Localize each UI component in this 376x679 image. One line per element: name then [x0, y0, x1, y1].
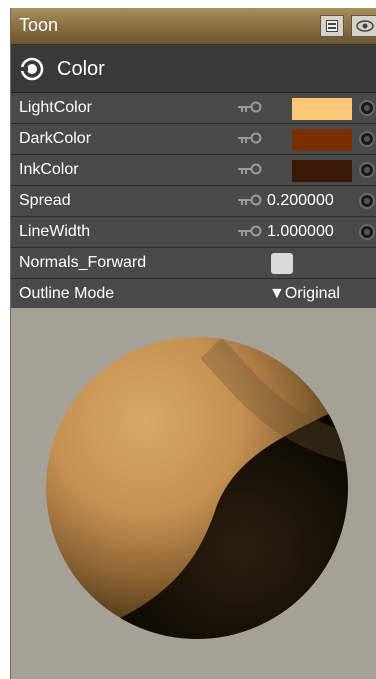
menu-icon: [326, 20, 338, 32]
shaded-sphere-preview: [46, 337, 348, 639]
property-label: DarkColor: [19, 130, 92, 147]
toon-panel: Toon Color LightColor DarkColor InkColor…: [10, 8, 376, 679]
outline-mode-dropdown[interactable]: ▼Original: [269, 285, 340, 303]
number-field[interactable]: 0.200000: [267, 192, 334, 210]
material-preview: [11, 308, 376, 679]
color-swatch[interactable]: [292, 98, 352, 120]
panel-menu-button[interactable]: [320, 15, 344, 37]
chevron-down-icon: ▼: [269, 285, 285, 302]
key-icon[interactable]: [237, 101, 263, 113]
property-row-linewidth: LineWidth 1.000000: [11, 217, 376, 248]
property-label: InkColor: [19, 161, 79, 178]
collapse-toggle-icon[interactable]: [19, 57, 45, 81]
map-connect-button[interactable]: [359, 224, 375, 240]
map-connect-button[interactable]: [359, 131, 375, 147]
panel-title-bar: Toon: [11, 8, 376, 45]
normals-forward-checkbox[interactable]: [271, 253, 293, 274]
property-row-lightcolor: LightColor: [11, 93, 376, 124]
map-connect-button[interactable]: [359, 162, 375, 178]
key-icon[interactable]: [237, 194, 263, 206]
map-connect-button[interactable]: [359, 100, 375, 116]
key-icon[interactable]: [237, 225, 263, 237]
map-connect-button[interactable]: [359, 193, 375, 209]
color-swatch[interactable]: [292, 129, 352, 151]
eye-icon: [356, 20, 374, 32]
property-row-outline-mode: Outline Mode ▼Original: [11, 279, 376, 309]
key-icon[interactable]: [237, 163, 263, 175]
property-row-spread: Spread 0.200000: [11, 186, 376, 217]
property-label: Spread: [19, 192, 71, 209]
group-label: Color: [57, 58, 105, 80]
color-swatch[interactable]: [292, 160, 352, 182]
panel-title: Toon: [19, 15, 59, 35]
dropdown-value: Original: [284, 285, 340, 302]
property-label: LightColor: [19, 99, 92, 116]
property-row-inkcolor: InkColor: [11, 155, 376, 186]
color-group-header[interactable]: Color: [11, 45, 376, 93]
property-row-normals-forward: Normals_Forward: [11, 248, 376, 279]
property-label: Outline Mode: [19, 285, 115, 302]
key-icon[interactable]: [237, 132, 263, 144]
property-label: LineWidth: [19, 223, 91, 240]
property-label: Normals_Forward: [19, 254, 147, 271]
visibility-toggle-button[interactable]: [351, 15, 376, 37]
property-row-darkcolor: DarkColor: [11, 124, 376, 155]
number-field[interactable]: 1.000000: [267, 223, 334, 241]
